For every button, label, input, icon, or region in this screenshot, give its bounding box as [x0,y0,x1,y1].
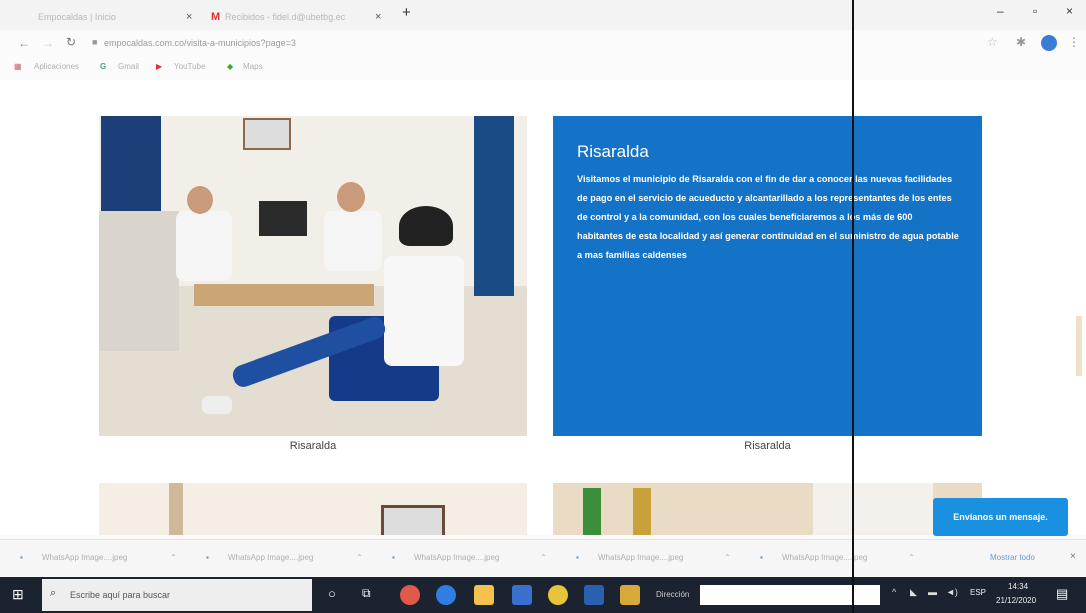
gmail-icon: M [211,11,221,23]
tab-label: Recibidos - fidel.d@ubetbg.ec [225,12,346,22]
right-card-caption: Risaralda [744,440,791,452]
bookmark-maps[interactable]: Maps [243,62,263,71]
tab-empocaldas[interactable]: Empocaldas | Inicio × [8,6,198,28]
info-card: Risaralda Visitamos el municipio de Risa… [553,116,982,436]
cortana-icon[interactable]: ○ [328,586,336,601]
close-downloads-icon[interactable]: × [1070,551,1076,562]
card-description: Visitamos el municipio de Risaralda con … [577,174,959,260]
app-icon[interactable] [512,585,532,605]
scrollbar-thumb[interactable] [1076,316,1082,376]
left-card-caption: Risaralda [289,440,337,452]
send-message-button[interactable]: Envíanos un mensaje. [933,498,1068,536]
vertical-line-overlay [852,0,854,613]
minimize-icon[interactable]: – [997,4,1004,18]
chevron-up-icon[interactable]: ⌃ [540,553,547,562]
file-icon: ▪ [392,553,395,562]
menu-icon[interactable]: ⋮ [1068,35,1080,49]
maps-icon: ◆ [227,62,234,71]
apps-icon: ▦ [14,62,22,71]
google-icon: G [100,62,107,71]
new-tab-button[interactable]: + [402,4,411,21]
chevron-up-icon[interactable]: ⌃ [170,553,177,562]
network-icon[interactable]: ◣ [910,587,917,598]
search-placeholder: Escribe aquí para buscar [70,590,171,600]
risaralda-photo [99,116,527,436]
language-indicator[interactable]: ESP [970,588,986,597]
address-toolbar-label: Dirección [656,590,690,599]
lock-icon: ■ [92,37,98,47]
next-photo-left [99,483,527,535]
download-item[interactable]: WhatsApp Image....jpeg [782,553,867,562]
bookmark-star-icon[interactable]: ☆ [987,35,998,49]
file-icon: ▪ [206,553,209,562]
close-tab-icon[interactable]: × [375,6,381,28]
chevron-up-icon[interactable]: ⌃ [908,553,915,562]
bookmark-youtube[interactable]: YouTube [174,62,205,71]
tab-gmail[interactable]: M Recibidos - fidel.d@ubetbg.ec × [205,6,395,28]
close-window-icon[interactable]: × [1066,4,1073,18]
chevron-up-icon[interactable]: ^ [892,587,896,597]
file-icon: ▪ [20,553,23,562]
file-icon: ▪ [760,553,763,562]
volume-icon[interactable]: ◄) [946,587,958,597]
clock-time[interactable]: 14:34 [1008,582,1028,591]
download-item[interactable]: WhatsApp Image....jpeg [414,553,499,562]
file-explorer-icon[interactable] [474,585,494,605]
search-icon: ⌕ [50,587,57,599]
reload-icon[interactable]: ↻ [66,35,76,49]
chrome-icon[interactable] [548,585,568,605]
app-icon[interactable] [400,585,420,605]
taskbar: ⊞ ⌕ Escribe aquí para buscar ○ ⧉ Direcci… [0,577,1086,613]
page-content: Risaralda Risaralda Visitamos el municip… [0,80,1086,535]
task-view-icon[interactable]: ⧉ [362,586,371,601]
download-item[interactable]: WhatsApp Image....jpeg [228,553,313,562]
forward-icon[interactable]: → [42,36,54,50]
file-icon: ▪ [576,553,579,562]
chevron-up-icon[interactable]: ⌃ [724,553,731,562]
word-icon[interactable] [584,585,604,605]
windows-start-icon[interactable]: ⊞ [12,586,24,603]
url-field[interactable]: empocaldas.com.co/visita-a-municipios?pa… [104,38,296,48]
download-item[interactable]: WhatsApp Image....jpeg [598,553,683,562]
next-photo-right [553,483,982,535]
bookmarks-bar: ▦ Aplicaciones G Gmail ▶ YouTube ◆ Maps [0,58,1086,80]
taskbar-search[interactable]: ⌕ Escribe aquí para buscar [42,579,312,611]
card-title: Risaralda [577,142,649,161]
back-icon[interactable]: ← [18,36,30,50]
address-bar-row: ← → ↻ ■ empocaldas.com.co/visita-a-munic… [0,30,1086,58]
bookmark-apps[interactable]: Aplicaciones [34,62,79,71]
tab-label: Empocaldas | Inicio [38,12,116,22]
edge-icon[interactable] [436,585,456,605]
extensions-icon[interactable]: ✱ [1016,35,1026,49]
show-all-downloads[interactable]: Mostrar todo [990,553,1035,562]
chevron-up-icon[interactable]: ⌃ [356,553,363,562]
downloads-bar: ▪ WhatsApp Image....jpeg ⌃ ▪ WhatsApp Im… [0,539,1086,576]
maximize-icon[interactable]: ▫ [1033,4,1037,18]
close-tab-icon[interactable]: × [186,6,192,28]
profile-avatar[interactable] [1041,35,1057,51]
battery-icon[interactable]: ▬ [928,587,937,597]
app-icon[interactable] [620,585,640,605]
bookmark-gmail[interactable]: Gmail [118,62,139,71]
notifications-icon[interactable]: ▤ [1056,586,1068,602]
tab-bar: Empocaldas | Inicio × M Recibidos - fide… [0,0,1086,30]
youtube-icon: ▶ [156,62,163,71]
download-item[interactable]: WhatsApp Image....jpeg [42,553,127,562]
clock-date[interactable]: 21/12/2020 [996,596,1036,605]
